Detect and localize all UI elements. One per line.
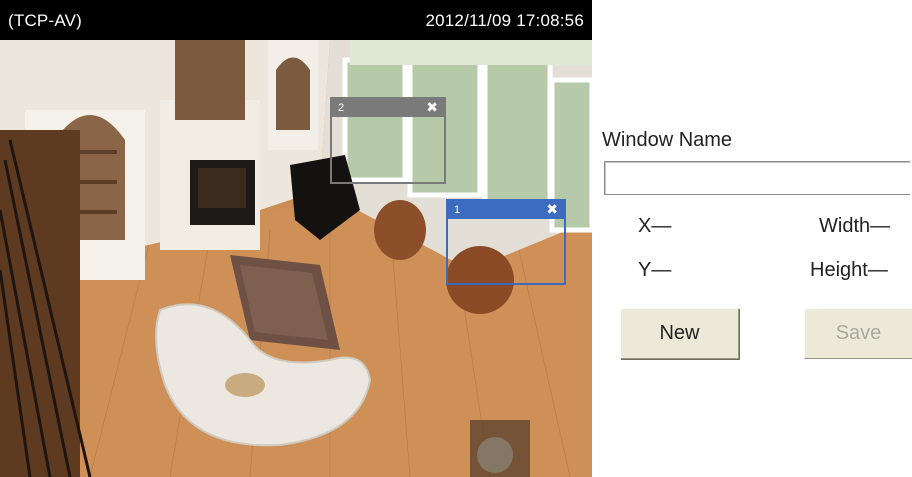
camera-viewer: (TCP-AV) 2012/11/09 17:08:56 2 ✖ 1 ✖ (0, 0, 592, 477)
camera-timestamp: 2012/11/09 17:08:56 (425, 11, 584, 30)
motion-window-2-titlebar[interactable]: 2 ✖ (332, 99, 444, 117)
height-label: Height— (810, 259, 888, 281)
window-name-input[interactable] (604, 161, 910, 195)
new-button[interactable]: New (620, 308, 739, 359)
motion-window-1-label: 1 (454, 204, 461, 216)
width-label: Width— (819, 215, 891, 237)
camera-caption-bar: (TCP-AV) 2012/11/09 17:08:56 (0, 0, 592, 40)
window-settings-panel: Window Name X— Width— Y— Height— New Sav… (592, 0, 912, 477)
motion-window-2[interactable]: 2 ✖ (330, 97, 446, 184)
y-coordinate-label: Y— (638, 259, 672, 281)
motion-window-1-titlebar[interactable]: 1 ✖ (448, 201, 564, 219)
x-coordinate-label: X— (638, 215, 672, 237)
save-button[interactable]: Save (804, 308, 912, 359)
motion-window-2-label: 2 (338, 102, 345, 114)
close-icon[interactable]: ✖ (426, 101, 438, 115)
motion-window-1[interactable]: 1 ✖ (446, 199, 566, 285)
camera-name: (TCP-AV) (8, 11, 82, 30)
window-name-label: Window Name (602, 129, 733, 151)
close-icon[interactable]: ✖ (546, 203, 558, 217)
